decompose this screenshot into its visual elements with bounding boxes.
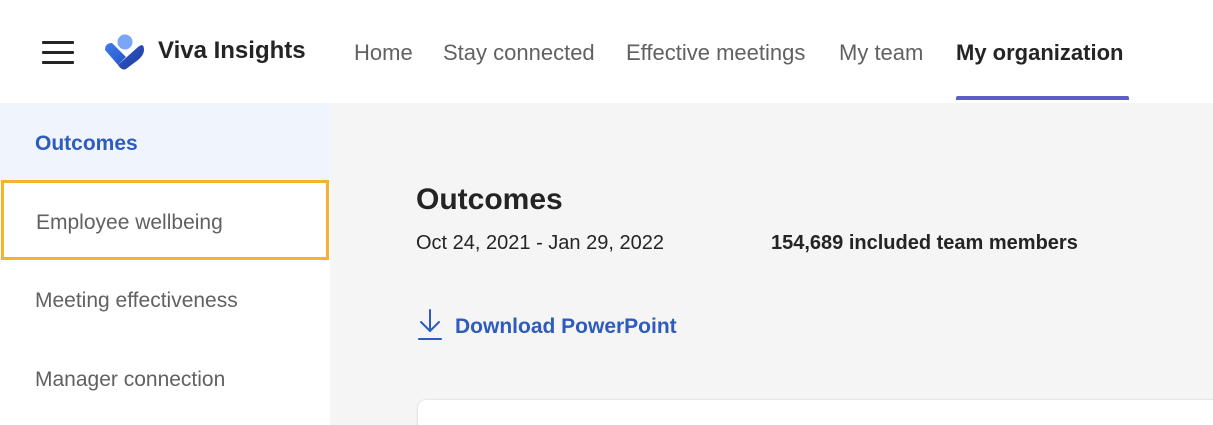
viva-insights-app: Viva Insights Home Stay connected Effect… bbox=[0, 0, 1213, 425]
page-title: Outcomes bbox=[416, 183, 563, 216]
sidebar-item-label: Employee wellbeing bbox=[36, 211, 223, 234]
active-tab-indicator bbox=[956, 96, 1129, 100]
viva-insights-logo bbox=[105, 34, 144, 70]
nav-my-organization[interactable]: My organization bbox=[956, 40, 1123, 66]
nav-stay-connected[interactable]: Stay connected bbox=[443, 40, 595, 66]
sidebar-item-meeting-effectiveness[interactable]: Meeting effectiveness bbox=[0, 260, 330, 339]
sidebar-item-label: Outcomes bbox=[35, 132, 138, 155]
sidebar-item-outcomes[interactable]: Outcomes bbox=[0, 103, 330, 182]
nav-my-team[interactable]: My team bbox=[839, 40, 923, 66]
app-name: Viva Insights bbox=[158, 37, 306, 64]
top-header: Viva Insights Home Stay connected Effect… bbox=[0, 0, 1213, 103]
sidebar-item-manager-connection[interactable]: Manager connection bbox=[0, 339, 330, 418]
download-icon bbox=[418, 309, 442, 340]
nav-effective-meetings[interactable]: Effective meetings bbox=[626, 40, 805, 66]
sidebar: Outcomes Employee wellbeing Meeting effe… bbox=[0, 103, 330, 425]
sidebar-item-employee-wellbeing[interactable]: Employee wellbeing bbox=[1, 180, 329, 260]
content-card bbox=[418, 400, 1213, 425]
included-members-count: 154,689 included team members bbox=[771, 232, 1078, 254]
nav-home[interactable]: Home bbox=[354, 40, 413, 66]
sidebar-item-label: Manager connection bbox=[35, 368, 226, 391]
date-range: Oct 24, 2021 - Jan 29, 2022 bbox=[416, 232, 664, 254]
sidebar-item-label: Meeting effectiveness bbox=[35, 289, 238, 312]
download-label: Download PowerPoint bbox=[455, 315, 677, 338]
main-content: Outcomes Oct 24, 2021 - Jan 29, 2022 154… bbox=[330, 103, 1213, 425]
hamburger-icon[interactable] bbox=[40, 38, 76, 66]
